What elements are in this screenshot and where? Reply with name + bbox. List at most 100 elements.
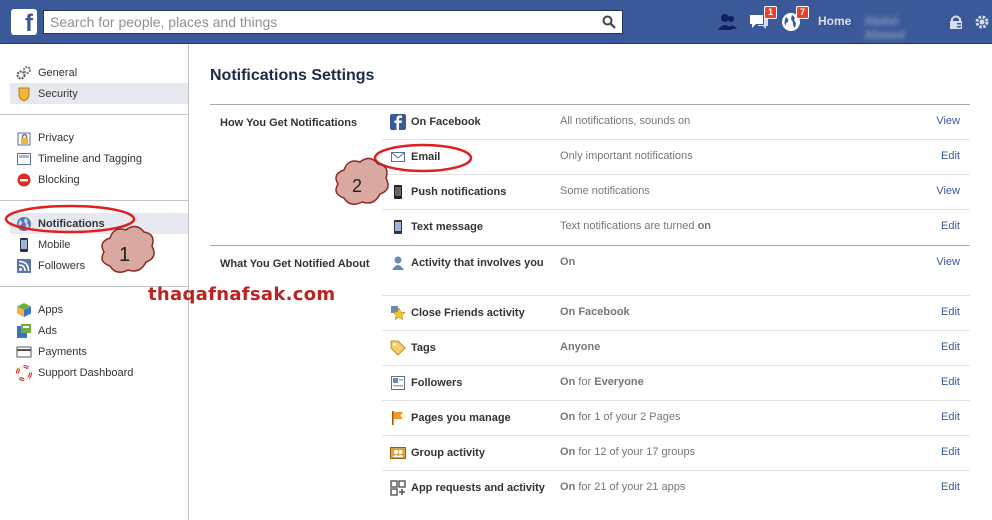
- status-text: for 21 of your 21 apps: [575, 481, 686, 493]
- setting-name: Email: [411, 151, 441, 163]
- status-value: On: [560, 481, 576, 493]
- status-value: On: [560, 256, 576, 268]
- status-text: for 1 of your 2 Pages: [575, 411, 681, 423]
- edit-link[interactable]: Edit: [920, 481, 970, 493]
- sidebar-group-privacy: Privacy Timeline and Tagging Blocking: [0, 115, 188, 201]
- sidebar-item-followers[interactable]: Followers: [10, 255, 188, 276]
- setting-status: Only important notifications: [560, 150, 693, 162]
- app-requests-icon: [390, 480, 406, 496]
- status-value: On: [560, 411, 576, 423]
- sidebar-item-security[interactable]: Security: [10, 83, 188, 104]
- phone-icon: [390, 184, 406, 200]
- home-link[interactable]: Home: [818, 14, 851, 28]
- star-icon: [390, 305, 406, 321]
- edit-link[interactable]: Edit: [920, 220, 970, 232]
- sidebar-item-ads[interactable]: Ads: [10, 320, 188, 341]
- sidebar-item-label: Privacy: [38, 131, 75, 144]
- blocking-icon: [16, 172, 32, 188]
- setting-status: On for Everyone: [560, 376, 920, 388]
- settings-gear-icon[interactable]: [974, 14, 990, 30]
- lifebuoy-icon: [16, 364, 32, 381]
- card-icon: [16, 344, 32, 360]
- shield-icon: [16, 86, 32, 102]
- setting-row-group-activity: Group activity On for 12 of your 17 grou…: [382, 436, 970, 471]
- setting-row-text-message: Text message Text notifications are turn…: [382, 210, 970, 245]
- sidebar-item-label: Security: [38, 87, 78, 100]
- edit-link[interactable]: Edit: [920, 306, 970, 318]
- sidebar-item-general[interactable]: General: [10, 62, 188, 83]
- messages-icon[interactable]: 1: [748, 6, 777, 33]
- sidebar-item-timeline-and-tagging[interactable]: Timeline and Tagging: [10, 148, 188, 169]
- setting-name: Tags: [411, 342, 436, 354]
- sidebar-item-blocking[interactable]: Blocking: [10, 169, 188, 190]
- search-input[interactable]: [44, 11, 596, 33]
- sidebar-item-label: Notifications: [38, 217, 105, 230]
- setting-row-followers: Followers On for Everyone Edit: [382, 366, 970, 401]
- envelope-icon: [390, 149, 406, 165]
- setting-row-pages-you-manage: Pages you manage On for 1 of your 2 Page…: [382, 401, 970, 436]
- edit-link[interactable]: Edit: [920, 341, 970, 353]
- sidebar-item-notifications[interactable]: Notifications: [10, 213, 188, 234]
- sidebar-group-account: General Security: [0, 45, 188, 115]
- sidebar-item-label: Apps: [38, 303, 64, 316]
- sidebar-item-payments[interactable]: Payments: [10, 341, 188, 362]
- setting-status: On for 1 of your 2 Pages: [560, 411, 920, 423]
- sidebar-item-mobile[interactable]: Mobile: [10, 234, 188, 255]
- status-value: On: [560, 376, 576, 388]
- setting-name: Group activity: [411, 447, 485, 459]
- setting-row-on-facebook: On Facebook All notifications, sounds on…: [382, 105, 970, 140]
- cube-icon: [16, 302, 32, 318]
- sidebar-item-label: Followers: [38, 259, 86, 272]
- setting-row-app-requests-and-activity: App requests and activity On for 21 of y…: [382, 471, 970, 520]
- status-value: Anyone: [560, 341, 601, 353]
- messages-badge: 1: [763, 6, 777, 19]
- group-icon: [390, 445, 406, 461]
- setting-name: Push notifications: [411, 186, 507, 198]
- lock-icon: [16, 130, 32, 146]
- edit-link[interactable]: Edit: [920, 446, 970, 458]
- sidebar-group-notifications: Notifications Mobile Followers: [0, 201, 188, 287]
- sidebar-item-label: Mobile: [38, 238, 71, 251]
- mobile-icon: [16, 237, 32, 253]
- profile-name-link[interactable]: Abdul Ahmed: [864, 14, 936, 42]
- sidebar-item-label: Ads: [38, 324, 57, 337]
- sidebar-item-label: Blocking: [38, 173, 80, 186]
- search-icon[interactable]: [596, 11, 622, 33]
- followers-icon: [390, 375, 406, 391]
- timeline-icon: [16, 151, 32, 167]
- setting-status: On for 12 of your 17 groups: [560, 446, 920, 458]
- notifications-badge: 7: [795, 6, 809, 19]
- sidebar-item-label: Support Dashboard: [38, 366, 134, 379]
- person-icon: [390, 255, 406, 271]
- facebook-icon: [390, 114, 406, 130]
- sidebar-item-privacy[interactable]: Privacy: [10, 127, 188, 148]
- settings-sidebar: General Security Privacy Timeline and Ta…: [0, 45, 189, 520]
- view-link[interactable]: View: [920, 256, 970, 268]
- privacy-shortcuts-icon[interactable]: [948, 14, 964, 30]
- status-value: Everyone: [594, 376, 644, 388]
- setting-row-activity-that-involves-you: Activity that involves you On View: [382, 246, 970, 296]
- notifications-globe-icon[interactable]: 7: [780, 6, 809, 33]
- how-you-get-notifications-section: How You Get Notifications On Facebook Al…: [210, 104, 970, 245]
- gears-icon: [16, 65, 32, 81]
- page-title: Notifications Settings: [210, 67, 375, 84]
- setting-name: Text message: [411, 221, 483, 233]
- edit-link[interactable]: Edit: [920, 376, 970, 388]
- edit-link[interactable]: Edit: [920, 150, 970, 162]
- setting-status: On for 21 of your 21 apps: [560, 481, 920, 493]
- status-text: Text notifications are turned: [560, 220, 698, 232]
- globe-icon: [16, 216, 32, 232]
- setting-name: Close Friends activity: [411, 307, 525, 319]
- sidebar-item-label: Payments: [38, 345, 87, 358]
- friend-requests-icon[interactable]: [716, 11, 738, 33]
- setting-name: App requests and activity: [411, 482, 545, 494]
- flag-icon: [390, 410, 406, 426]
- status-value: On Facebook: [560, 306, 630, 318]
- edit-link[interactable]: Edit: [920, 411, 970, 423]
- view-link[interactable]: View: [920, 115, 970, 127]
- view-link[interactable]: View: [920, 185, 970, 197]
- facebook-logo[interactable]: f: [11, 9, 37, 35]
- sidebar-item-support-dashboard[interactable]: Support Dashboard: [10, 362, 188, 383]
- status-value: On: [560, 446, 576, 458]
- setting-name: Followers: [411, 377, 463, 389]
